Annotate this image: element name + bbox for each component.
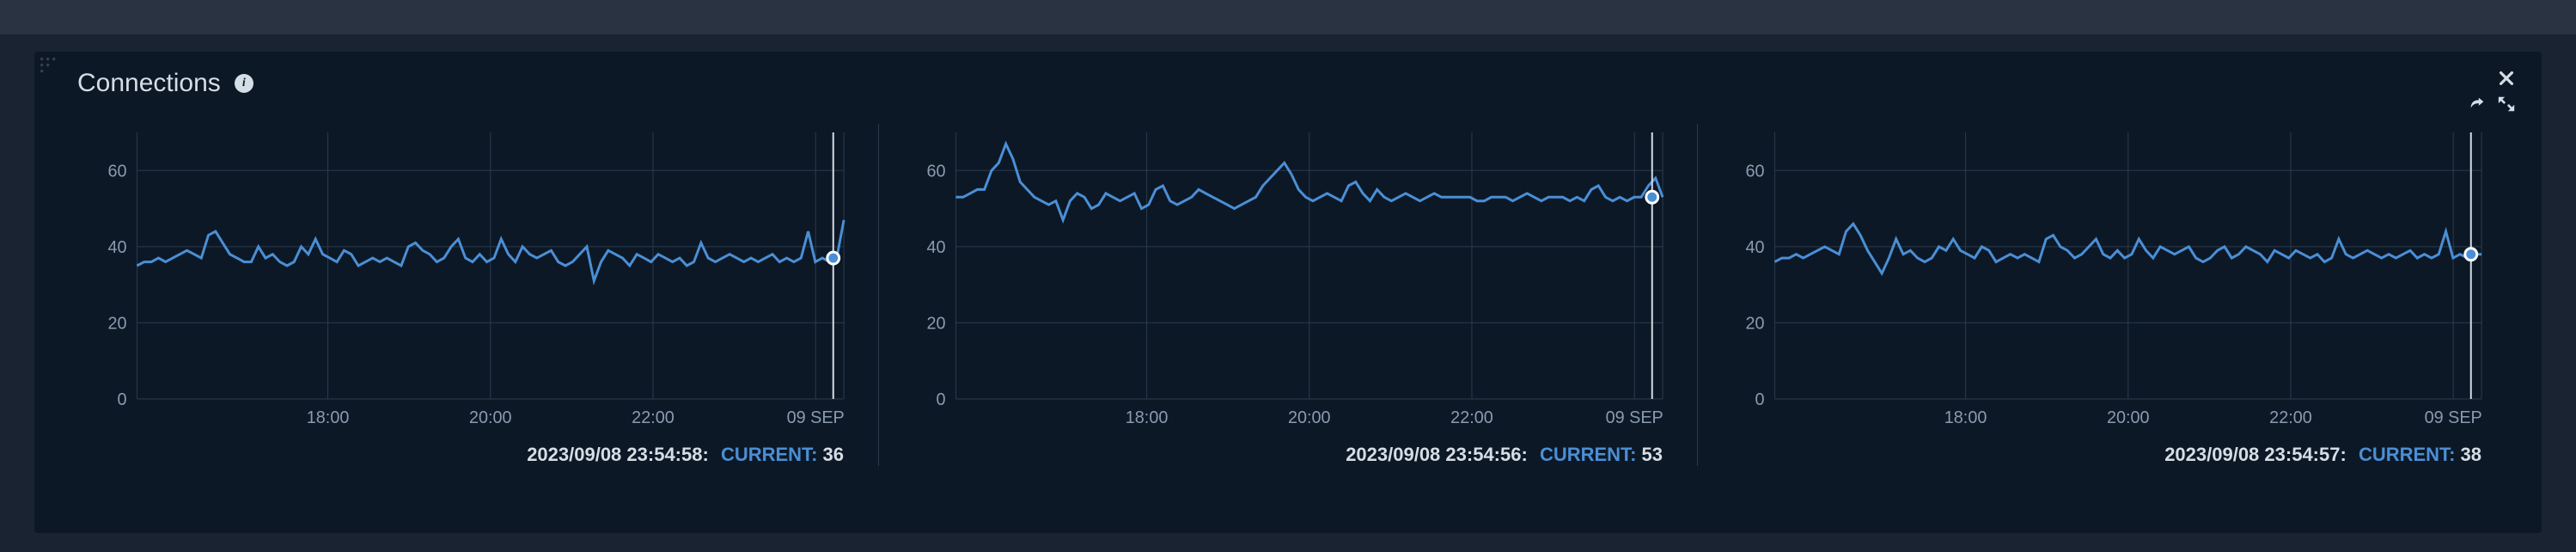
info-icon[interactable]: i bbox=[235, 74, 253, 93]
svg-text:09 SEP: 09 SEP bbox=[1606, 408, 1663, 427]
svg-text:20: 20 bbox=[927, 314, 946, 333]
svg-text:20: 20 bbox=[1746, 314, 1765, 333]
svg-text:0: 0 bbox=[1755, 390, 1765, 409]
charts-row: 0 20 40 60 18:00 20:00 22:00 09 SEP 2023/09/08 … bbox=[60, 124, 2516, 466]
svg-text:18:00: 18:00 bbox=[307, 408, 350, 427]
drag-handle-icon[interactable] bbox=[38, 55, 62, 79]
chart-0-svg[interactable]: 0 20 40 60 18:00 20:00 22:00 09 SEP bbox=[86, 124, 852, 433]
chart-2-metric-label: CURRENT: 38 bbox=[2359, 444, 2481, 465]
svg-text:09 SEP: 09 SEP bbox=[2425, 408, 2482, 427]
expand-icon[interactable] bbox=[2497, 95, 2516, 113]
chart-0-value: 36 bbox=[823, 444, 844, 465]
svg-text:0: 0 bbox=[937, 390, 946, 409]
svg-text:22:00: 22:00 bbox=[632, 408, 675, 427]
svg-text:18:00: 18:00 bbox=[1126, 408, 1169, 427]
chart-1-footer: 2023/09/08 23:54:56: CURRENT: 53 bbox=[905, 444, 1671, 466]
chart-1-value: 53 bbox=[1642, 444, 1663, 465]
svg-text:18:00: 18:00 bbox=[1944, 408, 1987, 427]
svg-text:20:00: 20:00 bbox=[2107, 408, 2150, 427]
top-bar bbox=[0, 0, 2576, 34]
share-icon[interactable] bbox=[2468, 95, 2487, 113]
svg-text:09 SEP: 09 SEP bbox=[787, 408, 845, 427]
chart-2-value: 38 bbox=[2461, 444, 2481, 465]
svg-text:40: 40 bbox=[927, 238, 946, 257]
svg-text:60: 60 bbox=[108, 162, 127, 181]
chart-0-footer: 2023/09/08 23:54:58: CURRENT: 36 bbox=[86, 444, 852, 466]
svg-text:22:00: 22:00 bbox=[2269, 408, 2312, 427]
chart-2-svg[interactable]: 0 20 40 60 18:00 20:00 22:00 09 SEP bbox=[1724, 124, 2490, 433]
chart-0-metric-label: CURRENT: 36 bbox=[721, 444, 844, 465]
close-icon[interactable] bbox=[2497, 69, 2516, 88]
panel-controls bbox=[2468, 69, 2516, 113]
chart-0-timestamp: 2023/09/08 23:54:58: bbox=[527, 444, 709, 465]
svg-text:60: 60 bbox=[927, 162, 946, 181]
chart-1-svg[interactable]: 0 20 40 60 18:00 20:00 22:00 09 SEP bbox=[905, 124, 1671, 433]
chart-1-timestamp: 2023/09/08 23:54:56: bbox=[1346, 444, 1528, 465]
panel-title: Connections bbox=[77, 69, 221, 98]
svg-text:20:00: 20:00 bbox=[469, 408, 512, 427]
svg-text:0: 0 bbox=[118, 390, 127, 409]
panel-header: Connections i bbox=[60, 69, 2516, 98]
connections-panel: Connections i 0 20 40 60 18:00 20:00 22:00 09 S… bbox=[34, 52, 2542, 533]
chart-2-footer: 2023/09/08 23:54:57: CURRENT: 38 bbox=[1724, 444, 2490, 466]
chart-0[interactable]: 0 20 40 60 18:00 20:00 22:00 09 SEP 2023/09/08 … bbox=[60, 124, 878, 466]
chart-1-metric-label: CURRENT: 53 bbox=[1540, 444, 1663, 465]
svg-text:20:00: 20:00 bbox=[1288, 408, 1331, 427]
chart-1[interactable]: 0 20 40 60 18:00 20:00 22:00 09 SEP 2023/09/08 … bbox=[878, 124, 1697, 466]
svg-text:22:00: 22:00 bbox=[1450, 408, 1493, 427]
svg-text:40: 40 bbox=[108, 238, 127, 257]
chart-2[interactable]: 0 20 40 60 18:00 20:00 22:00 09 SEP 2023/09/08 … bbox=[1697, 124, 2516, 466]
svg-text:20: 20 bbox=[108, 314, 127, 333]
chart-2-timestamp: 2023/09/08 23:54:57: bbox=[2164, 444, 2347, 465]
svg-text:60: 60 bbox=[1746, 162, 1765, 181]
svg-text:40: 40 bbox=[1746, 238, 1765, 257]
